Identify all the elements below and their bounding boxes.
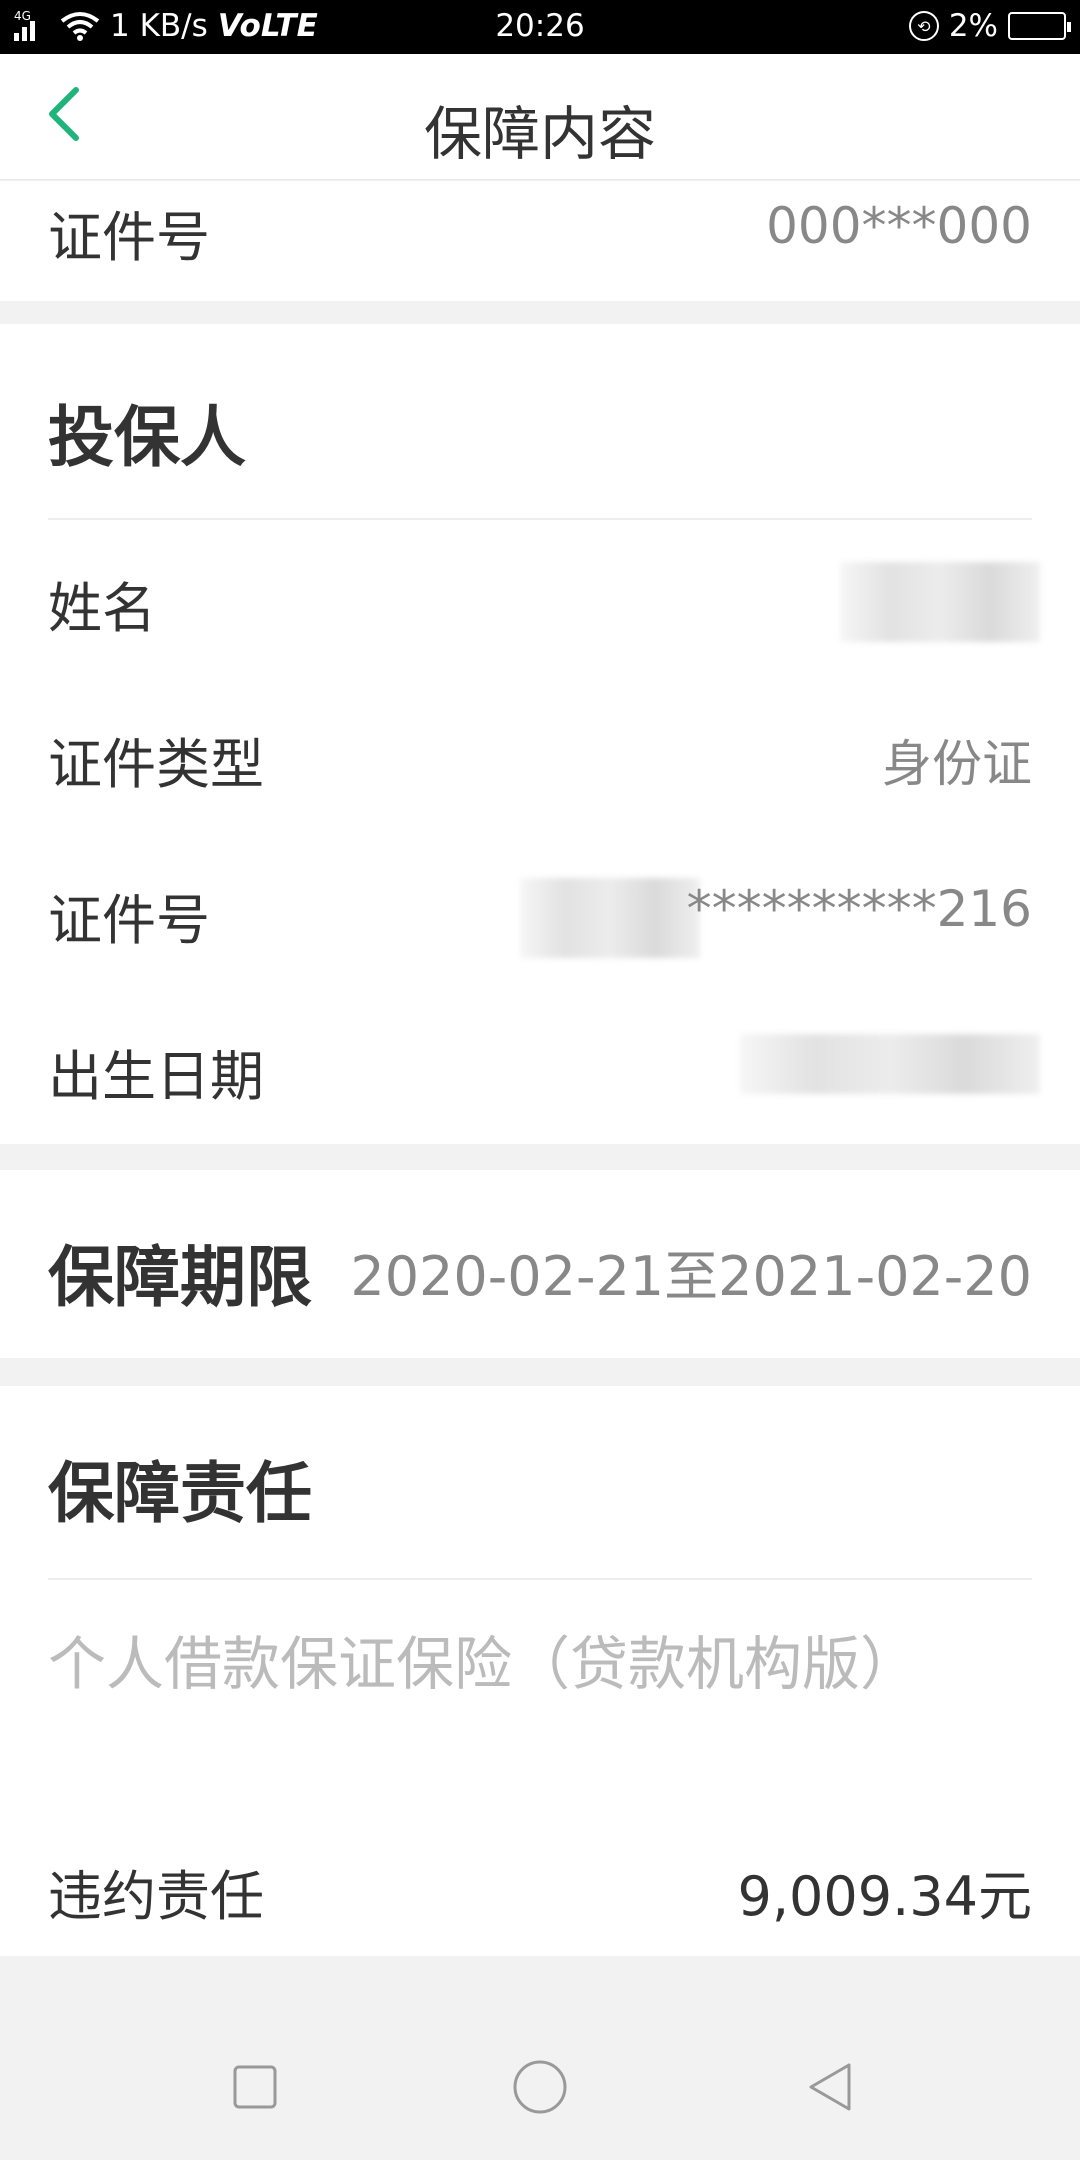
- insured-id-value: 000***000: [766, 197, 1032, 255]
- battery-icon: [1008, 12, 1071, 40]
- liability-title: 保障责任: [48, 1455, 312, 1532]
- recents-button[interactable]: [220, 2052, 290, 2122]
- title-bar: 保障内容: [0, 54, 1080, 180]
- insured-card: 证件号 000***000: [0, 181, 1080, 301]
- status-bar: 4G 1 KB/s VoLTE 20:26 ⟲ 2%: [0, 0, 1080, 54]
- default-liability-value: 9,009.34元: [737, 1865, 1032, 1928]
- holder-id-label: 证件号: [48, 889, 210, 952]
- back-nav-button[interactable]: [795, 2052, 865, 2122]
- battery-percent: 2%: [948, 8, 998, 44]
- product-name: 个人借款保证保险（贷款机构版）: [48, 1630, 919, 1698]
- system-nav-bar: [0, 2012, 1080, 2160]
- period-label: 保障期限: [48, 1239, 312, 1316]
- holder-id-value: **********216: [686, 880, 1032, 938]
- circle-icon: [513, 2060, 567, 2114]
- id-type-label: 证件类型: [48, 733, 264, 796]
- name-label: 姓名: [48, 577, 156, 640]
- birth-date-masked: [740, 1034, 1040, 1094]
- id-type-value: 身份证: [882, 735, 1032, 793]
- period-card: 保障期限 2020-02-21至2021-02-20: [0, 1170, 1080, 1358]
- page-title: 保障内容: [423, 100, 656, 168]
- period-value: 2020-02-21至2021-02-20: [350, 1245, 1032, 1308]
- square-icon: [233, 2065, 277, 2109]
- home-button[interactable]: [505, 2052, 575, 2122]
- rotation-lock-icon: ⟲: [908, 11, 939, 41]
- holder-id-masked: [520, 878, 700, 958]
- name-value-masked: [840, 562, 1040, 642]
- policyholder-title: 投保人: [48, 399, 246, 476]
- triangle-back-icon: [809, 2063, 851, 2111]
- divider: [48, 1578, 1032, 1580]
- default-liability-label: 违约责任: [48, 1865, 264, 1928]
- insured-id-label: 证件号: [48, 206, 210, 269]
- divider: [48, 518, 1032, 520]
- status-right: ⟲ 2%: [908, 8, 1071, 44]
- liability-card: 保障责任 个人借款保证保险（贷款机构版） 违约责任 9,009.34元: [0, 1386, 1080, 1956]
- birth-date-label: 出生日期: [48, 1045, 264, 1108]
- policyholder-card: 投保人 姓名 证件类型 身份证 证件号 **********216 出生日期: [0, 324, 1080, 1144]
